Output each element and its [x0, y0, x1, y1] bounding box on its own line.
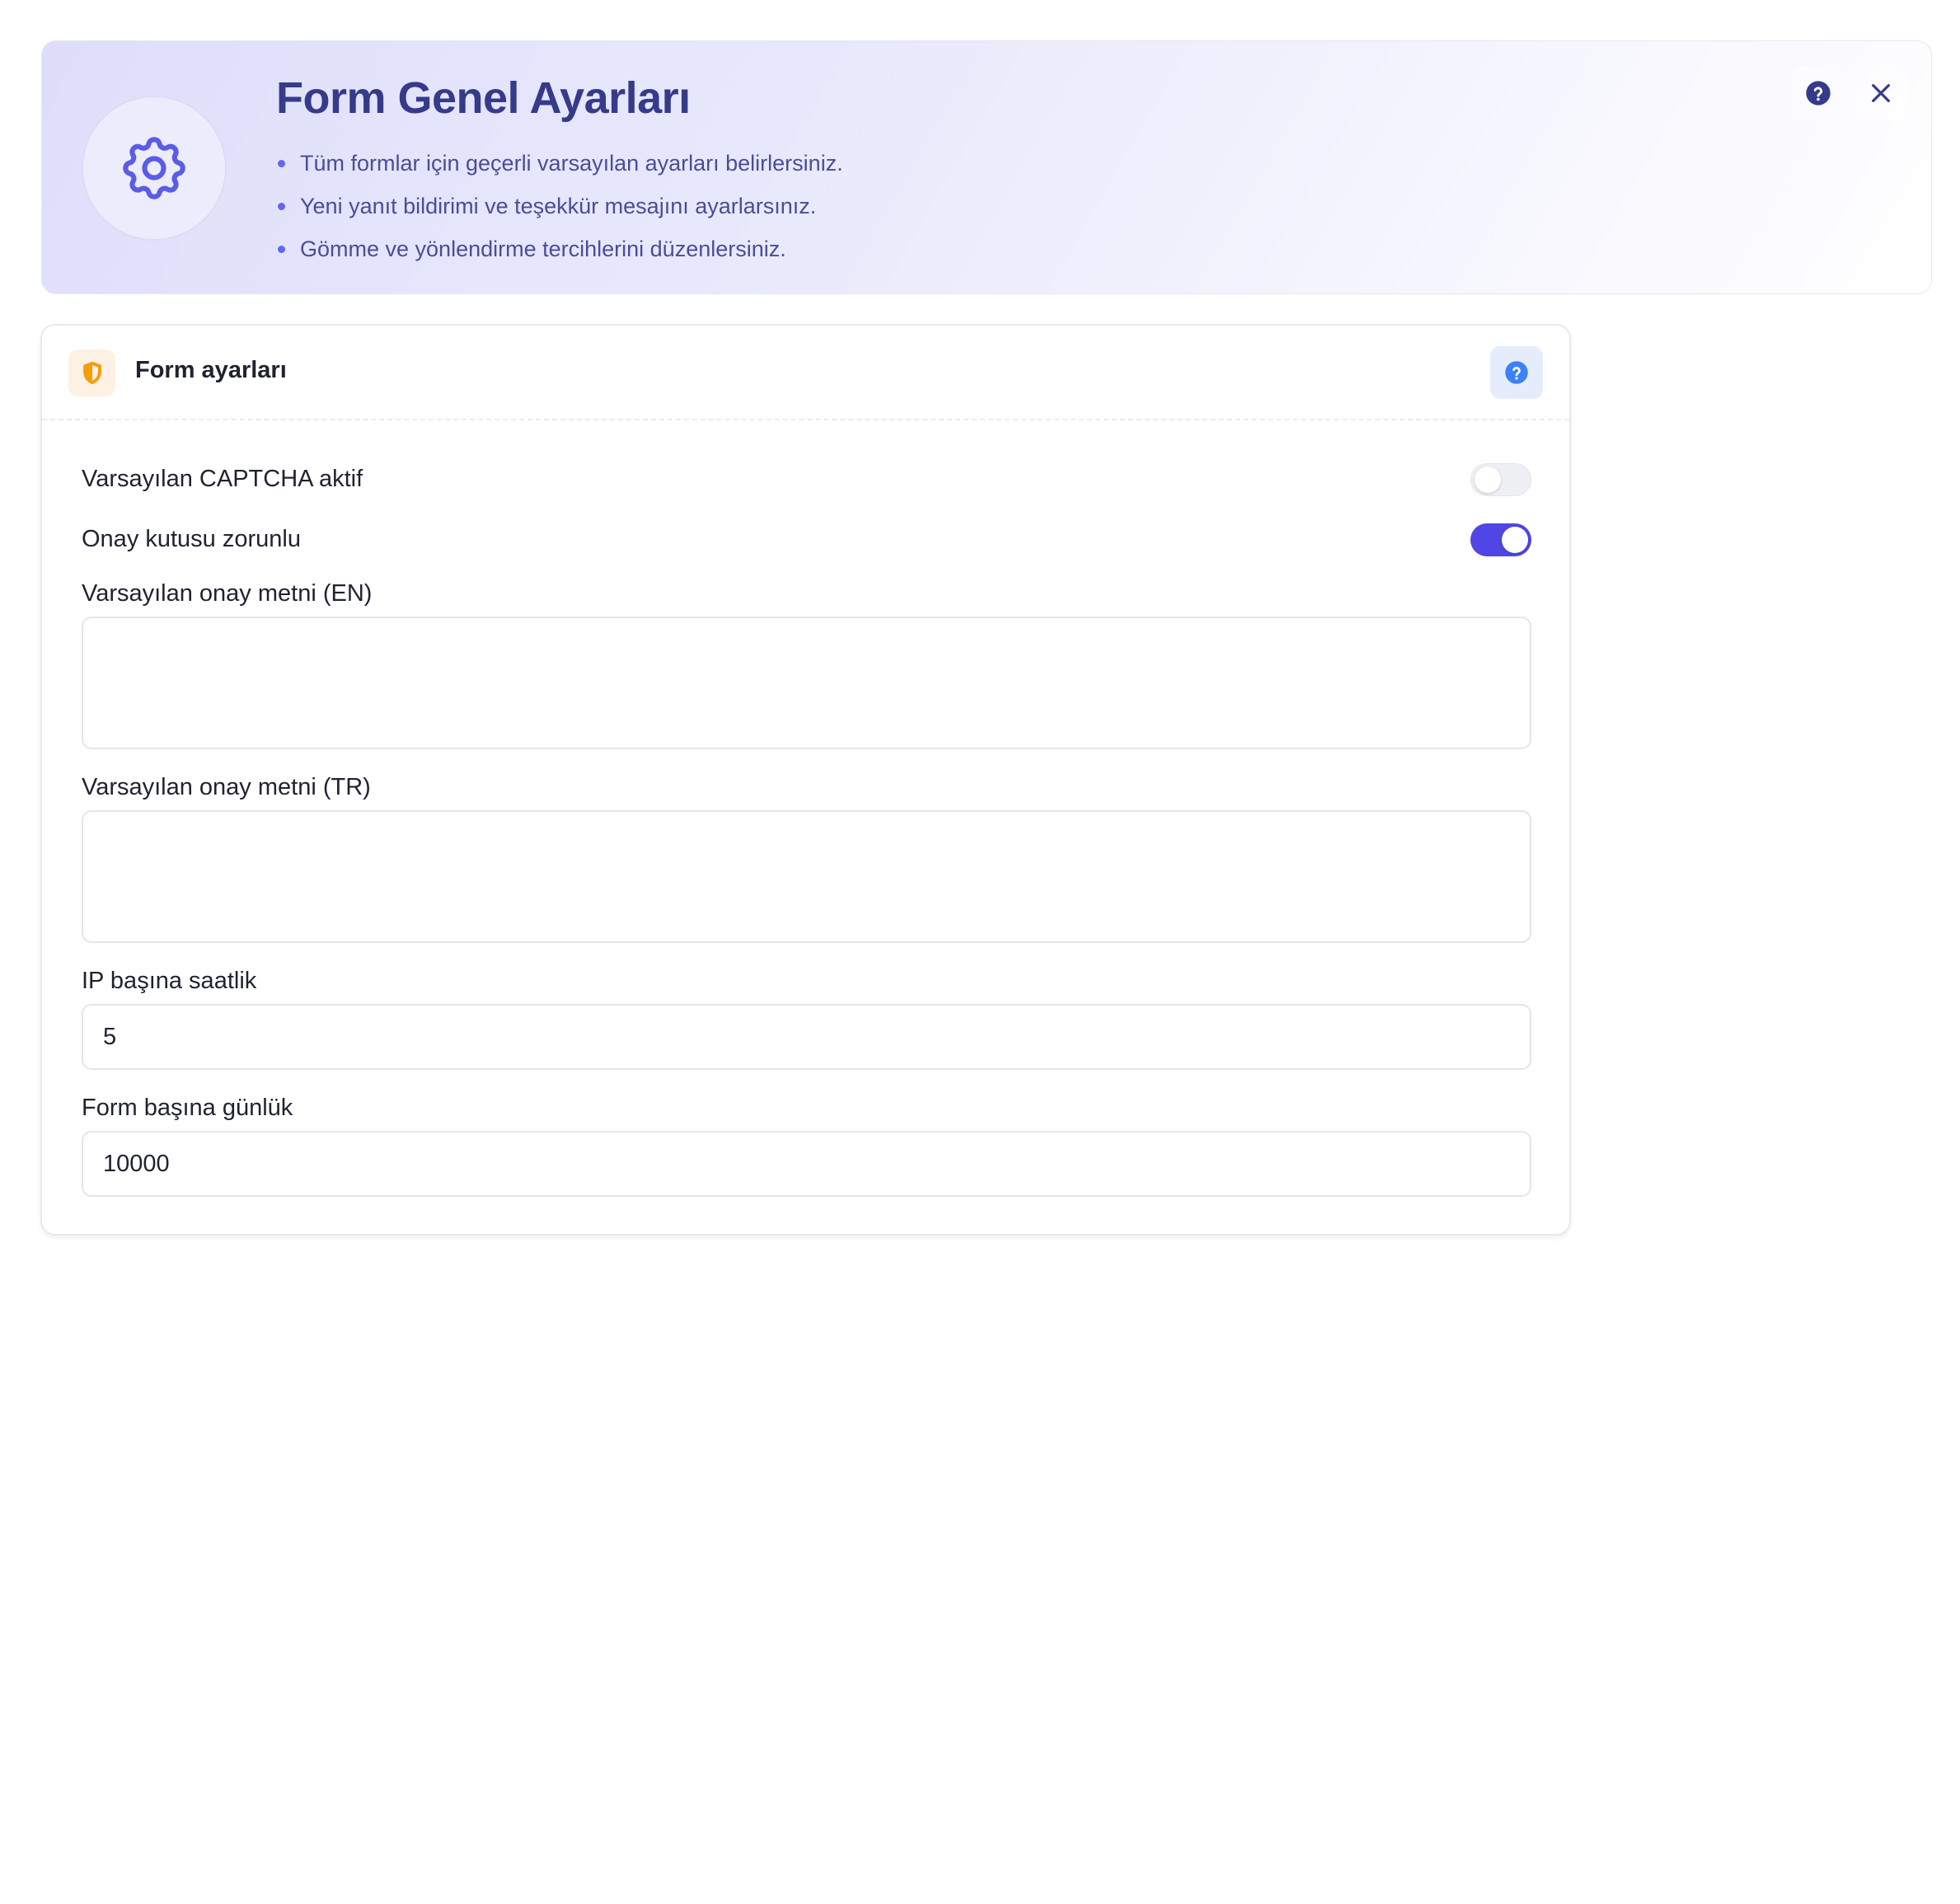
hero-banner: Form Genel Ayarları Tüm formlar için geç… [41, 40, 1932, 294]
captcha-label: Varsayılan CAPTCHA aktif [82, 466, 363, 492]
hero-bullet: Tüm formlar için geçerli varsayılan ayar… [276, 142, 843, 185]
form-settings-card: Form ayarları Varsayılan CAPTCHA aktif O… [40, 324, 1571, 1236]
hero-icon-badge [82, 96, 227, 241]
shield-icon [82, 361, 101, 384]
captcha-toggle[interactable] [1470, 463, 1531, 496]
consent-required-toggle[interactable] [1470, 523, 1531, 556]
help-circle-icon [1806, 81, 1831, 106]
page-title: Form Genel Ayarları [276, 73, 691, 123]
help-circle-icon [1505, 361, 1528, 384]
hero-bullet-list: Tüm formlar için geçerli varsayılan ayar… [276, 142, 843, 270]
card-header-icon-badge [68, 349, 115, 396]
consent-text-en-textarea[interactable] [82, 617, 1531, 749]
hero-help-button[interactable] [1791, 66, 1845, 120]
per-form-daily-input[interactable] [82, 1131, 1531, 1197]
card-help-button[interactable] [1490, 346, 1543, 399]
per-ip-hourly-input[interactable] [82, 1004, 1531, 1070]
close-icon [1872, 84, 1890, 102]
hero-close-button[interactable] [1854, 66, 1908, 120]
per-ip-hourly-label: IP başına saatlik [82, 968, 257, 994]
per-form-daily-label: Form başına günlük [82, 1095, 293, 1121]
consent-text-en-label: Varsayılan onay metni (EN) [82, 580, 373, 607]
consent-text-tr-label: Varsayılan onay metni (TR) [82, 774, 371, 800]
toggle-knob [1475, 467, 1501, 493]
consent-text-tr-textarea[interactable] [82, 810, 1531, 943]
gear-icon [123, 137, 185, 199]
hero-bullet: Gömme ve yönlendirme tercihlerini düzenl… [276, 227, 843, 270]
consent-required-label: Onay kutusu zorunlu [82, 526, 301, 552]
card-title: Form ayarları [135, 357, 287, 383]
card-header: Form ayarları [42, 326, 1569, 420]
form-settings-page: Form Genel Ayarları Tüm formlar için geç… [0, 0, 1960, 1904]
hero-bullet: Yeni yanıt bildirimi ve teşekkür mesajın… [276, 185, 843, 227]
toggle-knob [1502, 527, 1528, 553]
